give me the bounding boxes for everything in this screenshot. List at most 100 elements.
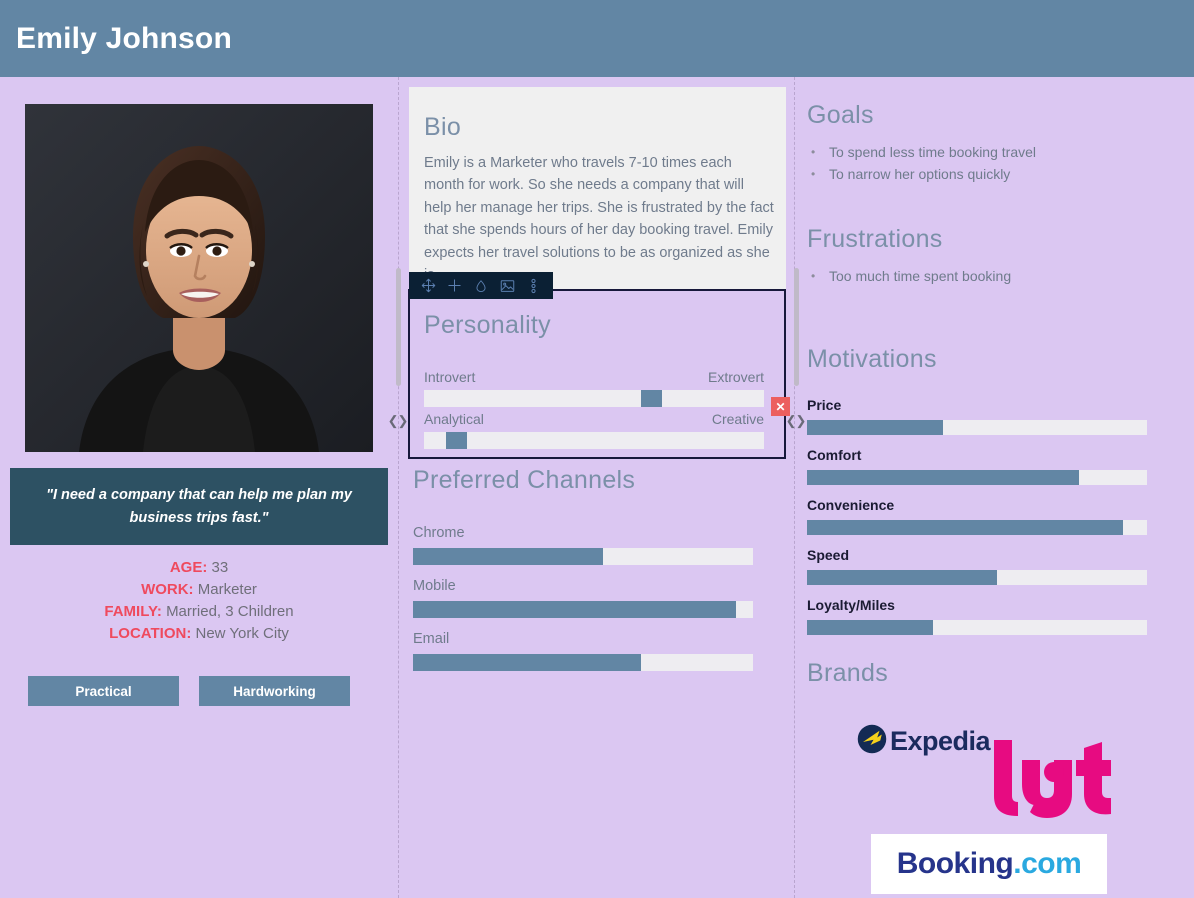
brands-title: Brands — [807, 659, 1182, 688]
slider-knob[interactable] — [641, 390, 662, 407]
bio-text: Emily is a Marketer who travels 7-10 tim… — [424, 152, 774, 286]
motivation-label: Loyalty/Miles — [807, 596, 1182, 615]
personality-slider-list: Introvert Extrovert Analytical Creative — [424, 367, 764, 451]
frustrations-list: Too much time spent booking — [807, 265, 1182, 287]
demographic-value: Married, 3 Children — [166, 603, 294, 620]
channel-track[interactable] — [413, 601, 753, 618]
column-left: "I need a company that can help me plan … — [0, 77, 398, 898]
avatar[interactable] — [25, 104, 373, 452]
motivation-bar-loyalty[interactable]: Loyalty/Miles — [807, 596, 1182, 635]
column-resize-handle-left[interactable]: ❮❯ — [391, 0, 404, 821]
channel-fill — [413, 548, 603, 565]
motivation-fill — [807, 520, 1123, 535]
preferred-channels-title: Preferred Channels — [413, 466, 786, 495]
resize-bar — [396, 268, 401, 386]
channel-label: Mobile — [413, 576, 786, 597]
motivation-bar-comfort[interactable]: Comfort — [807, 446, 1182, 485]
expedia-plane-icon — [857, 724, 887, 759]
frustration-item: Too much time spent booking — [807, 265, 1182, 287]
more-vertical-icon[interactable] — [522, 273, 546, 298]
demographic-value: Marketer — [198, 581, 257, 598]
demographic-row: LOCATION: New York City — [0, 623, 398, 645]
demographics-list: AGE: 33 WORK: Marketer FAMILY: Married, … — [0, 557, 398, 645]
slider-knob[interactable] — [446, 432, 467, 449]
column-middle: Bio Emily is a Marketer who travels 7-10… — [398, 77, 795, 898]
chevron-left-right-icon: ❮❯ — [388, 414, 408, 427]
motivation-label: Convenience — [807, 496, 1182, 515]
goals-title: Goals — [807, 101, 1182, 130]
motivation-track[interactable] — [807, 620, 1147, 635]
expedia-wordmark: Expedia — [890, 726, 990, 757]
motivation-fill — [807, 470, 1079, 485]
goals-list: To spend less time booking travel To nar… — [807, 141, 1182, 185]
demographic-row: AGE: 33 — [0, 557, 398, 579]
motivations-section: Motivations Price Comfort — [807, 345, 1182, 646]
trait-tag-practical[interactable]: Practical — [28, 676, 179, 706]
channel-track[interactable] — [413, 548, 753, 565]
motivation-track[interactable] — [807, 570, 1147, 585]
channel-bar-mobile[interactable]: Mobile — [409, 576, 786, 618]
lyft-wordmark — [992, 738, 1112, 820]
plus-icon[interactable] — [442, 273, 466, 298]
column-container: "I need a company that can help me plan … — [0, 77, 1194, 898]
slider-track[interactable] — [424, 432, 764, 449]
channel-bar-email[interactable]: Email — [409, 629, 786, 671]
chevron-left-right-icon: ❮❯ — [786, 414, 806, 427]
frustrations-section: Frustrations Too much time spent booking — [807, 225, 1182, 287]
slider-left-label: Introvert — [424, 367, 475, 388]
goals-section: Goals To spend less time booking travel … — [807, 101, 1182, 185]
personality-card[interactable]: Personality Introvert Extrovert Ana — [408, 289, 786, 459]
personality-slider-analytical-creative[interactable]: Analytical Creative — [424, 409, 764, 449]
column-resize-handle-right[interactable]: ❮❯ — [789, 0, 802, 821]
channel-fill — [413, 601, 736, 618]
motivation-bar-list: Price Comfort Convenience — [807, 396, 1182, 635]
page-header: Emily Johnson — [0, 0, 1194, 77]
persona-quote-text: "I need a company that can help me plan … — [28, 484, 370, 528]
motivation-fill — [807, 420, 943, 435]
motivation-track[interactable] — [807, 470, 1147, 485]
channel-bar-list: Chrome Mobile Email — [409, 523, 786, 671]
slider-right-label: Creative — [712, 409, 764, 430]
trait-tag-hardworking[interactable]: Hardworking — [199, 676, 350, 706]
brand-logo-list: Expedia — [807, 706, 1182, 898]
motivation-track[interactable] — [807, 420, 1147, 435]
channel-label: Chrome — [413, 523, 786, 544]
goal-item: To spend less time booking travel — [807, 141, 1182, 163]
motivation-bar-speed[interactable]: Speed — [807, 546, 1182, 585]
move-icon[interactable] — [416, 273, 440, 298]
motivation-fill — [807, 570, 997, 585]
channel-bar-chrome[interactable]: Chrome — [409, 523, 786, 565]
trait-tag-list: Practical Hardworking — [28, 676, 370, 706]
slider-left-label: Analytical — [424, 409, 484, 430]
brand-logo-expedia[interactable]: Expedia — [857, 724, 990, 759]
demographic-row: WORK: Marketer — [0, 579, 398, 601]
motivation-bar-convenience[interactable]: Convenience — [807, 496, 1182, 535]
motivations-title: Motivations — [807, 345, 1182, 374]
demographic-label: FAMILY: — [104, 603, 162, 620]
booking-wordmark-primary: Booking — [897, 847, 1014, 880]
brands-section: Brands Expedia — [807, 659, 1182, 898]
persona-quote: "I need a company that can help me plan … — [10, 468, 388, 545]
bio-card[interactable]: Bio Emily is a Marketer who travels 7-10… — [409, 87, 786, 290]
motivation-bar-price[interactable]: Price — [807, 396, 1182, 435]
brand-logo-lyft[interactable] — [992, 738, 1112, 825]
personality-slider-introvert-extrovert[interactable]: Introvert Extrovert — [424, 367, 764, 407]
droplet-icon[interactable] — [469, 273, 493, 298]
bio-title: Bio — [424, 113, 461, 142]
demographic-label: WORK: — [141, 581, 194, 598]
demographic-value: New York City — [196, 625, 289, 642]
persona-canvas: Emily Johnson — [0, 0, 1194, 898]
slider-right-label: Extrovert — [708, 367, 764, 388]
booking-wordmark-secondary: .com — [1013, 847, 1081, 880]
block-edit-toolbar[interactable] — [409, 272, 553, 299]
channel-track[interactable] — [413, 654, 753, 671]
resize-bar — [794, 268, 799, 386]
motivation-label: Speed — [807, 546, 1182, 565]
motivation-label: Comfort — [807, 446, 1182, 465]
motivation-track[interactable] — [807, 520, 1147, 535]
image-icon[interactable] — [495, 273, 519, 298]
channel-label: Email — [413, 629, 786, 650]
brand-logo-booking[interactable]: Booking.com — [871, 834, 1107, 894]
page-title: Emily Johnson — [0, 22, 232, 56]
slider-track[interactable] — [424, 390, 764, 407]
